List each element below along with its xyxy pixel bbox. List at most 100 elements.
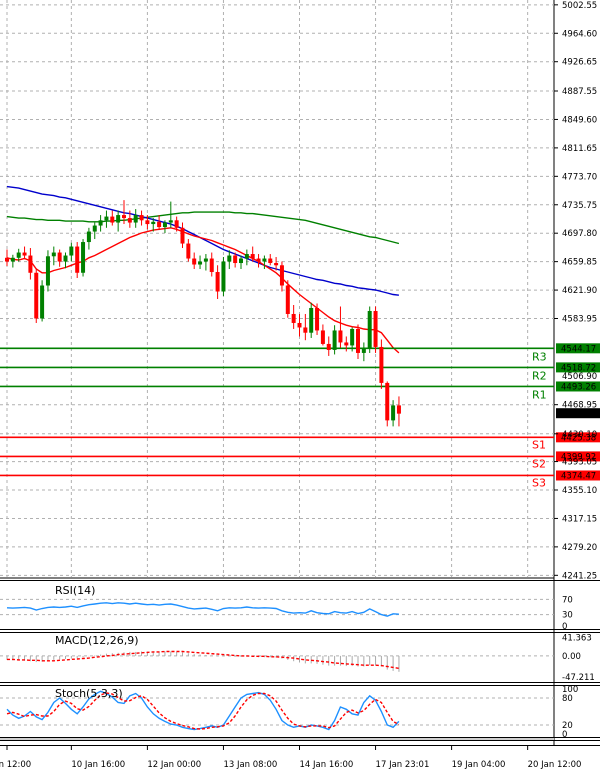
candle-body bbox=[338, 330, 343, 343]
candle-body bbox=[361, 347, 366, 353]
level-price-label: 4544.17 bbox=[561, 344, 596, 354]
price-tick-label: 4926.65 bbox=[562, 58, 597, 68]
price-tick-label: 4887.55 bbox=[562, 87, 597, 97]
candle-body bbox=[110, 216, 115, 223]
candle-body bbox=[209, 258, 214, 273]
price-tick-label: 4241.25 bbox=[562, 571, 597, 581]
candle-body bbox=[145, 220, 150, 225]
macd-axis-label: 0.00 bbox=[562, 652, 581, 662]
macd-axis-label: -47.211 bbox=[562, 673, 595, 683]
candle-body bbox=[268, 258, 273, 264]
candle-body bbox=[168, 220, 173, 223]
candle bbox=[373, 306, 378, 353]
level-price-label: 4493.26 bbox=[561, 382, 596, 392]
price-tick-label: 4811.65 bbox=[562, 144, 597, 154]
time-label: 13 Jan 08:00 bbox=[223, 760, 277, 770]
candle-body bbox=[203, 258, 208, 262]
price-tick-label: 4430.10 bbox=[562, 430, 597, 440]
stoch-axis-label: 80 bbox=[562, 694, 573, 704]
level-name-r1: R1 bbox=[532, 388, 547, 401]
macd-title: MACD(12,26,9) bbox=[55, 634, 139, 647]
macd-axis-label: 41.363 bbox=[562, 634, 592, 644]
candle-body bbox=[133, 215, 138, 223]
candle bbox=[285, 280, 290, 318]
candle-body bbox=[215, 272, 220, 292]
candle-body bbox=[274, 263, 279, 266]
candle bbox=[45, 250, 50, 292]
price-tick-label: 4659.85 bbox=[562, 258, 597, 268]
candle-body bbox=[344, 342, 349, 346]
candle-body bbox=[285, 285, 290, 314]
price-axis: 5002.55 4964.60 4926.65 4887.55 4849.60 4811.… bbox=[554, 1, 597, 581]
candle-body bbox=[356, 328, 360, 353]
candle-body bbox=[10, 257, 15, 262]
candle-body bbox=[57, 252, 62, 262]
candle bbox=[315, 303, 320, 335]
level-name-s2: S2 bbox=[532, 457, 546, 470]
candle bbox=[221, 257, 226, 296]
candle bbox=[34, 269, 39, 323]
price-tick-label: 4964.60 bbox=[562, 29, 597, 39]
candle-body bbox=[256, 258, 261, 262]
stoch-panel: Stoch(5,3,3) 10080200 bbox=[0, 685, 578, 740]
candle bbox=[40, 280, 45, 322]
candle-body bbox=[98, 220, 103, 226]
rsi-title: RSI(14) bbox=[55, 584, 95, 597]
stoch-title: Stoch(5,3,3) bbox=[55, 687, 123, 700]
candle-body bbox=[320, 330, 325, 344]
candle-body bbox=[350, 328, 355, 346]
candle-body bbox=[34, 272, 39, 319]
price-tick-label: 4468.95 bbox=[562, 401, 597, 411]
candle bbox=[367, 306, 372, 353]
candle-body bbox=[81, 242, 86, 273]
candle-body bbox=[186, 243, 191, 259]
candle-body bbox=[198, 261, 203, 265]
price-tick-label: 4317.15 bbox=[562, 514, 597, 524]
candle-body bbox=[151, 221, 156, 225]
candle-body bbox=[309, 307, 314, 333]
candle-body bbox=[22, 252, 27, 256]
candle-body bbox=[396, 405, 401, 414]
candle-body bbox=[315, 307, 320, 331]
candle-body bbox=[92, 225, 97, 232]
time-axis: 9 Jan 12:00 10 Jan 16:00 12 Jan 00:00 13 Ja… bbox=[0, 745, 581, 770]
candle-body bbox=[75, 246, 80, 273]
price-tick-label: 4621.90 bbox=[562, 286, 597, 296]
candle-body bbox=[221, 261, 226, 292]
candle bbox=[385, 381, 390, 427]
candle-body bbox=[16, 252, 21, 258]
candle-body bbox=[279, 265, 284, 286]
level-price-label: 4374.47 bbox=[561, 471, 596, 481]
rsi-panel: RSI(14) 70 300 bbox=[0, 584, 573, 632]
candle-body bbox=[139, 215, 144, 221]
level-name-r3: R3 bbox=[532, 350, 547, 363]
candle-body bbox=[180, 227, 185, 244]
candle-body bbox=[262, 258, 267, 262]
price-tick-label: 4773.70 bbox=[562, 172, 597, 182]
candle-body bbox=[28, 255, 33, 273]
candle-body bbox=[303, 327, 308, 333]
candle-body bbox=[385, 382, 390, 421]
candle-body bbox=[5, 257, 9, 262]
time-label: 12 Jan 00:00 bbox=[147, 760, 201, 770]
candle-body bbox=[174, 220, 179, 228]
candle-body bbox=[63, 255, 68, 262]
candle-body bbox=[122, 215, 126, 219]
rsi-line bbox=[6, 602, 399, 617]
candle-body bbox=[86, 231, 91, 243]
candle-body bbox=[233, 255, 238, 264]
candle bbox=[81, 239, 86, 277]
rsi-axis-label: 0 bbox=[562, 622, 567, 632]
candle-body bbox=[332, 330, 337, 350]
price-tick-label: 4279.20 bbox=[562, 543, 597, 553]
time-label: 17 Jan 23:01 bbox=[376, 760, 430, 770]
candle-body bbox=[40, 285, 45, 319]
current-price-label: 4457.58 bbox=[561, 409, 596, 419]
trading-chart[interactable]: R34544.17R24518.72R14493.26S1 4425.38S2 43… bbox=[0, 0, 600, 777]
rsi-axis-label: 30 bbox=[562, 611, 573, 621]
candle-body bbox=[45, 256, 50, 286]
candle-body bbox=[297, 322, 302, 328]
candle-body bbox=[116, 215, 121, 223]
candle-body bbox=[379, 346, 384, 383]
candle-body bbox=[373, 310, 378, 347]
